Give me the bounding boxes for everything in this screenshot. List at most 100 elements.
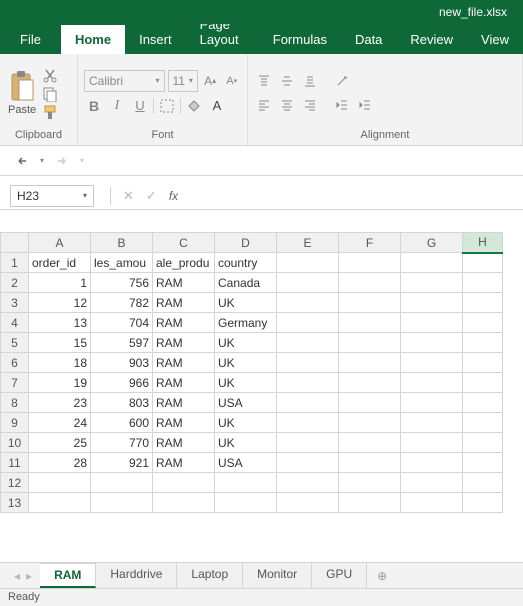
row-header-1[interactable]: 1 bbox=[1, 253, 29, 273]
decrease-font-icon[interactable]: A▾ bbox=[222, 71, 241, 91]
align-right-icon[interactable] bbox=[300, 95, 320, 115]
cell-F10[interactable] bbox=[339, 433, 401, 453]
cell-H1[interactable] bbox=[463, 253, 503, 273]
chevron-down-icon[interactable]: ▾ bbox=[83, 191, 87, 200]
col-header-H[interactable]: H bbox=[463, 233, 503, 253]
cell-C9[interactable]: RAM bbox=[153, 413, 215, 433]
cell-F11[interactable] bbox=[339, 453, 401, 473]
cell-D2[interactable]: Canada bbox=[215, 273, 277, 293]
cell-C8[interactable]: RAM bbox=[153, 393, 215, 413]
cell-G9[interactable] bbox=[401, 413, 463, 433]
enter-formula-icon[interactable]: ✓ bbox=[146, 188, 157, 204]
cell-A13[interactable] bbox=[29, 493, 91, 513]
borders-button[interactable] bbox=[157, 96, 177, 116]
align-top-icon[interactable] bbox=[254, 71, 274, 91]
cell-E1[interactable] bbox=[277, 253, 339, 273]
cell-B7[interactable]: 966 bbox=[91, 373, 153, 393]
cell-H11[interactable] bbox=[463, 453, 503, 473]
cell-B10[interactable]: 770 bbox=[91, 433, 153, 453]
tab-file[interactable]: File bbox=[0, 25, 61, 54]
cell-H5[interactable] bbox=[463, 333, 503, 353]
cell-D13[interactable] bbox=[215, 493, 277, 513]
row-header-9[interactable]: 9 bbox=[1, 413, 29, 433]
cell-B3[interactable]: 782 bbox=[91, 293, 153, 313]
format-painter-icon[interactable] bbox=[42, 104, 58, 120]
cell-C10[interactable]: RAM bbox=[153, 433, 215, 453]
cell-A4[interactable]: 13 bbox=[29, 313, 91, 333]
cell-F5[interactable] bbox=[339, 333, 401, 353]
cell-H2[interactable] bbox=[463, 273, 503, 293]
cell-E12[interactable] bbox=[277, 473, 339, 493]
cell-A12[interactable] bbox=[29, 473, 91, 493]
cell-C2[interactable]: RAM bbox=[153, 273, 215, 293]
cell-D5[interactable]: UK bbox=[215, 333, 277, 353]
add-sheet-button[interactable]: ⊕ bbox=[367, 565, 397, 587]
col-header-C[interactable]: C bbox=[153, 233, 215, 253]
copy-icon[interactable] bbox=[42, 86, 58, 102]
col-header-B[interactable]: B bbox=[91, 233, 153, 253]
align-middle-icon[interactable] bbox=[277, 71, 297, 91]
cell-A6[interactable]: 18 bbox=[29, 353, 91, 373]
sheet-nav-prev-icon[interactable]: ◂ bbox=[14, 569, 20, 583]
cell-C11[interactable]: RAM bbox=[153, 453, 215, 473]
tab-view[interactable]: View bbox=[467, 25, 523, 54]
cell-A9[interactable]: 24 bbox=[29, 413, 91, 433]
cell-A7[interactable]: 19 bbox=[29, 373, 91, 393]
cell-B13[interactable] bbox=[91, 493, 153, 513]
cell-G5[interactable] bbox=[401, 333, 463, 353]
spreadsheet-grid[interactable]: ABCDEFGH1order_idles_amouale_producountr… bbox=[0, 232, 523, 513]
cell-F4[interactable] bbox=[339, 313, 401, 333]
cell-F13[interactable] bbox=[339, 493, 401, 513]
row-header-13[interactable]: 13 bbox=[1, 493, 29, 513]
name-box[interactable]: H23 ▾ bbox=[10, 185, 94, 207]
font-color-button[interactable]: A bbox=[207, 96, 227, 116]
formula-input[interactable] bbox=[178, 185, 523, 207]
font-name-combo[interactable]: Calibri▾ bbox=[84, 70, 165, 92]
cell-H4[interactable] bbox=[463, 313, 503, 333]
cell-B8[interactable]: 803 bbox=[91, 393, 153, 413]
cell-G4[interactable] bbox=[401, 313, 463, 333]
cell-A2[interactable]: 1 bbox=[29, 273, 91, 293]
row-header-3[interactable]: 3 bbox=[1, 293, 29, 313]
cell-D12[interactable] bbox=[215, 473, 277, 493]
cell-H13[interactable] bbox=[463, 493, 503, 513]
cell-C1[interactable]: ale_produ bbox=[153, 253, 215, 273]
sheet-tab-monitor[interactable]: Monitor bbox=[243, 563, 312, 588]
col-header-A[interactable]: A bbox=[29, 233, 91, 253]
cell-F3[interactable] bbox=[339, 293, 401, 313]
cell-D7[interactable]: UK bbox=[215, 373, 277, 393]
select-all-cell[interactable] bbox=[1, 233, 29, 253]
col-header-F[interactable]: F bbox=[339, 233, 401, 253]
increase-font-icon[interactable]: A▴ bbox=[201, 71, 220, 91]
cell-D9[interactable]: UK bbox=[215, 413, 277, 433]
cell-H10[interactable] bbox=[463, 433, 503, 453]
cell-C4[interactable]: RAM bbox=[153, 313, 215, 333]
cell-C5[interactable]: RAM bbox=[153, 333, 215, 353]
cell-H12[interactable] bbox=[463, 473, 503, 493]
tab-home[interactable]: Home bbox=[61, 25, 125, 54]
cell-A3[interactable]: 12 bbox=[29, 293, 91, 313]
col-header-E[interactable]: E bbox=[277, 233, 339, 253]
orientation-icon[interactable] bbox=[332, 71, 352, 91]
col-header-G[interactable]: G bbox=[401, 233, 463, 253]
cell-A1[interactable]: order_id bbox=[29, 253, 91, 273]
cell-F12[interactable] bbox=[339, 473, 401, 493]
cell-B4[interactable]: 704 bbox=[91, 313, 153, 333]
fx-icon[interactable]: fx bbox=[169, 189, 178, 203]
sheet-tab-gpu[interactable]: GPU bbox=[312, 563, 367, 588]
cell-D11[interactable]: USA bbox=[215, 453, 277, 473]
cell-F7[interactable] bbox=[339, 373, 401, 393]
cell-A10[interactable]: 25 bbox=[29, 433, 91, 453]
cell-G10[interactable] bbox=[401, 433, 463, 453]
cell-F1[interactable] bbox=[339, 253, 401, 273]
cell-G11[interactable] bbox=[401, 453, 463, 473]
cell-C3[interactable]: RAM bbox=[153, 293, 215, 313]
decrease-indent-icon[interactable] bbox=[332, 95, 352, 115]
cell-H8[interactable] bbox=[463, 393, 503, 413]
align-center-icon[interactable] bbox=[277, 95, 297, 115]
sheet-tab-harddrive[interactable]: Harddrive bbox=[96, 563, 177, 588]
cell-G3[interactable] bbox=[401, 293, 463, 313]
align-bottom-icon[interactable] bbox=[300, 71, 320, 91]
cell-E11[interactable] bbox=[277, 453, 339, 473]
cell-E9[interactable] bbox=[277, 413, 339, 433]
